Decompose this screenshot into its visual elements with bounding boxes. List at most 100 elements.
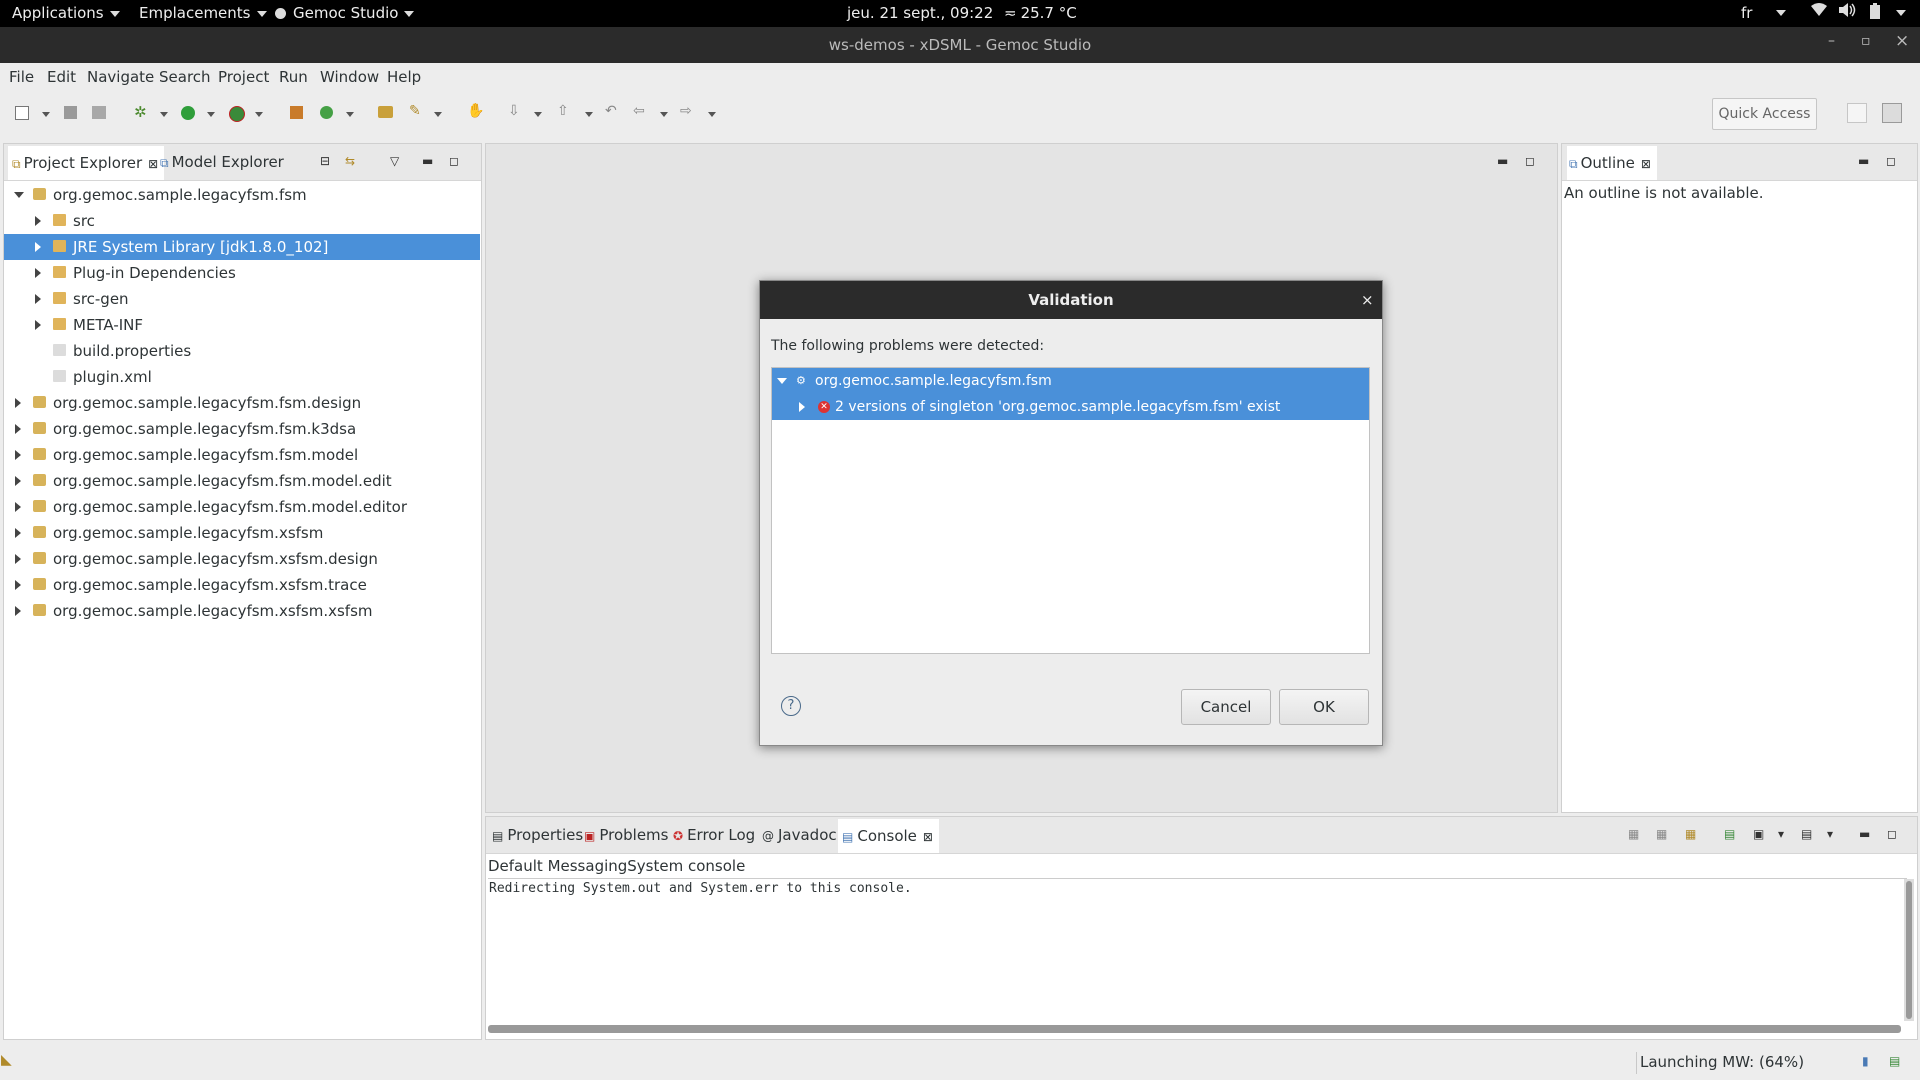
tree-item[interactable]: org.gemoc.sample.legacyfsm.xsfsm.design [4, 546, 480, 572]
link-with-editor-icon[interactable]: ⇆ [345, 154, 355, 168]
tab-project-explorer[interactable]: ⧉ Project Explorer ⊠ [8, 146, 165, 180]
tree-item[interactable]: org.gemoc.sample.legacyfsm.xsfsm.trace [4, 572, 480, 598]
tree-item[interactable]: build.properties [4, 338, 480, 364]
tree-item[interactable]: org.gemoc.sample.legacyfsm.fsm.model.edi… [4, 494, 480, 520]
maximize-window-button[interactable]: ▫ [1861, 33, 1871, 49]
progress-icon[interactable]: ▮ [1862, 1054, 1869, 1068]
debug-dropdown-arrow[interactable] [160, 112, 168, 117]
menu-help[interactable]: Help [387, 68, 421, 86]
new-dropdown-arrow[interactable] [42, 112, 50, 117]
tree-item[interactable]: META-INF [4, 312, 480, 338]
tab-javadoc[interactable]: @ Javadoc [762, 826, 837, 844]
system-menu-arrow[interactable] [1890, 3, 1906, 21]
tree-item[interactable]: org.gemoc.sample.legacyfsm.fsm.k3dsa [4, 416, 480, 442]
problems-tree[interactable]: ⚙ org.gemoc.sample.legacyfsm.fsm ✕ 2 ver… [771, 367, 1370, 654]
console-output[interactable]: Redirecting System.out and System.err to… [488, 878, 1907, 1024]
new-class-dropdown-arrow[interactable] [346, 112, 354, 117]
open-console-chevron-down-icon[interactable]: ▾ [1827, 827, 1833, 841]
battery-icon[interactable] [1870, 3, 1880, 23]
menu-navigate[interactable]: Navigate [87, 68, 154, 86]
word-wrap-icon[interactable]: ▦ [1685, 827, 1696, 841]
active-app-menu[interactable]: Gemoc Studio [275, 4, 415, 22]
collapsed-arrow-icon[interactable] [35, 216, 41, 226]
places-menu[interactable]: Emplacements [139, 4, 267, 22]
external-tools-dropdown-arrow[interactable] [255, 112, 263, 117]
search-icon[interactable]: ✎ [409, 103, 425, 119]
collapsed-arrow-icon[interactable] [35, 242, 41, 252]
quick-access-field[interactable]: Quick Access [1712, 98, 1817, 130]
open-type-icon[interactable] [378, 106, 393, 118]
clock[interactable]: jeu. 21 sept., 09:22 [847, 4, 993, 22]
pin-editor-icon[interactable]: ✋ [467, 103, 484, 119]
applications-menu[interactable]: Applications [12, 4, 120, 22]
collapsed-arrow-icon[interactable] [15, 476, 21, 486]
tree-item[interactable]: org.gemoc.sample.legacyfsm.fsm.model [4, 442, 480, 468]
collapsed-arrow-icon[interactable] [15, 606, 21, 616]
problem-node-error[interactable]: ✕ 2 versions of singleton 'org.gemoc.sam… [772, 394, 1369, 420]
tree-item[interactable]: Plug-in Dependencies [4, 260, 480, 286]
new-plugin-project-icon[interactable] [290, 106, 303, 119]
tab-problems[interactable]: ▣ Problems [584, 826, 668, 844]
minimize-icon[interactable]: ▬ [1859, 827, 1870, 841]
search-dropdown-arrow[interactable] [434, 112, 442, 117]
tab-outline[interactable]: ⧉ Outline ⊠ [1567, 146, 1657, 180]
last-edit-location-icon[interactable]: ↶ [605, 103, 621, 119]
open-perspective-icon[interactable] [1847, 103, 1867, 123]
help-icon[interactable]: ? [781, 696, 801, 716]
tree-item[interactable]: JRE System Library [jdk1.8.0_102] [4, 234, 480, 260]
new-class-icon[interactable] [320, 106, 333, 119]
back-dropdown-arrow[interactable] [660, 112, 668, 117]
tree-item[interactable]: org.gemoc.sample.legacyfsm.fsm.design [4, 390, 480, 416]
collapsed-arrow-icon[interactable] [15, 450, 21, 460]
tree-item[interactable]: org.gemoc.sample.legacyfsm.fsm [4, 182, 480, 208]
weather-indicator[interactable]: ≂ 25.7 °C [1004, 4, 1077, 22]
collapsed-arrow-icon[interactable] [35, 294, 41, 304]
pin-console-icon[interactable]: ▤ [1724, 827, 1735, 841]
display-console-chevron-down-icon[interactable]: ▾ [1778, 827, 1784, 841]
collapsed-arrow-icon[interactable] [799, 402, 805, 412]
editor-minimize-icon[interactable]: ▬ [1497, 154, 1508, 168]
tree-item[interactable]: org.gemoc.sample.legacyfsm.xsfsm.xsfsm [4, 598, 480, 624]
maximize-icon[interactable]: ◻ [449, 154, 459, 168]
display-console-icon[interactable]: ▣ [1753, 827, 1764, 841]
menu-file[interactable]: File [9, 68, 34, 86]
forward-dropdown-arrow[interactable] [708, 112, 716, 117]
scroll-lock-icon[interactable]: ▦ [1656, 827, 1667, 841]
ok-button[interactable]: OK [1279, 689, 1369, 725]
language-selector[interactable]: fr [1741, 4, 1752, 22]
close-icon[interactable]: ⊠ [923, 830, 933, 844]
back-icon[interactable]: ⇦ [633, 103, 649, 119]
maximize-icon[interactable]: ◻ [1886, 154, 1896, 168]
run-dropdown-arrow[interactable] [207, 112, 215, 117]
previous-annotation-dropdown-arrow[interactable] [585, 112, 593, 117]
run-icon[interactable] [181, 106, 195, 120]
clear-console-icon[interactable]: ▦ [1628, 827, 1639, 841]
forward-icon[interactable]: ⇨ [680, 103, 696, 119]
collapsed-arrow-icon[interactable] [15, 554, 21, 564]
external-tools-icon[interactable] [229, 106, 245, 122]
cancel-button[interactable]: Cancel [1181, 689, 1271, 725]
collapse-all-icon[interactable]: ⊟ [320, 154, 330, 168]
expanded-arrow-icon[interactable] [14, 192, 24, 198]
console-horizontal-scrollbar[interactable] [488, 1025, 1901, 1033]
tab-properties[interactable]: ▤ Properties [492, 826, 583, 844]
view-menu-chevron-down-icon[interactable]: ▽ [390, 154, 399, 168]
close-window-button[interactable]: × [1895, 31, 1909, 51]
tree-item[interactable]: org.gemoc.sample.legacyfsm.xsfsm [4, 520, 480, 546]
wifi-icon[interactable] [1811, 3, 1827, 21]
console-vertical-scrollbar[interactable] [1904, 879, 1914, 1021]
menu-edit[interactable]: Edit [47, 68, 76, 86]
save-icon[interactable] [64, 106, 77, 119]
perspective-icon[interactable] [1882, 103, 1902, 123]
previous-annotation-icon[interactable]: ⇧ [557, 103, 573, 119]
expand-arrow-icon[interactable] [777, 378, 787, 384]
collapsed-arrow-icon[interactable] [35, 268, 41, 278]
collapsed-arrow-icon[interactable] [15, 502, 21, 512]
close-icon[interactable]: ⊠ [1641, 157, 1651, 171]
progress-status-text[interactable]: Launching MW: (64%) [1640, 1053, 1804, 1071]
minimize-window-button[interactable]: – [1828, 33, 1835, 49]
tree-item[interactable]: src [4, 208, 480, 234]
next-annotation-dropdown-arrow[interactable] [534, 112, 542, 117]
tree-item[interactable]: org.gemoc.sample.legacyfsm.fsm.model.edi… [4, 468, 480, 494]
collapsed-arrow-icon[interactable] [15, 580, 21, 590]
